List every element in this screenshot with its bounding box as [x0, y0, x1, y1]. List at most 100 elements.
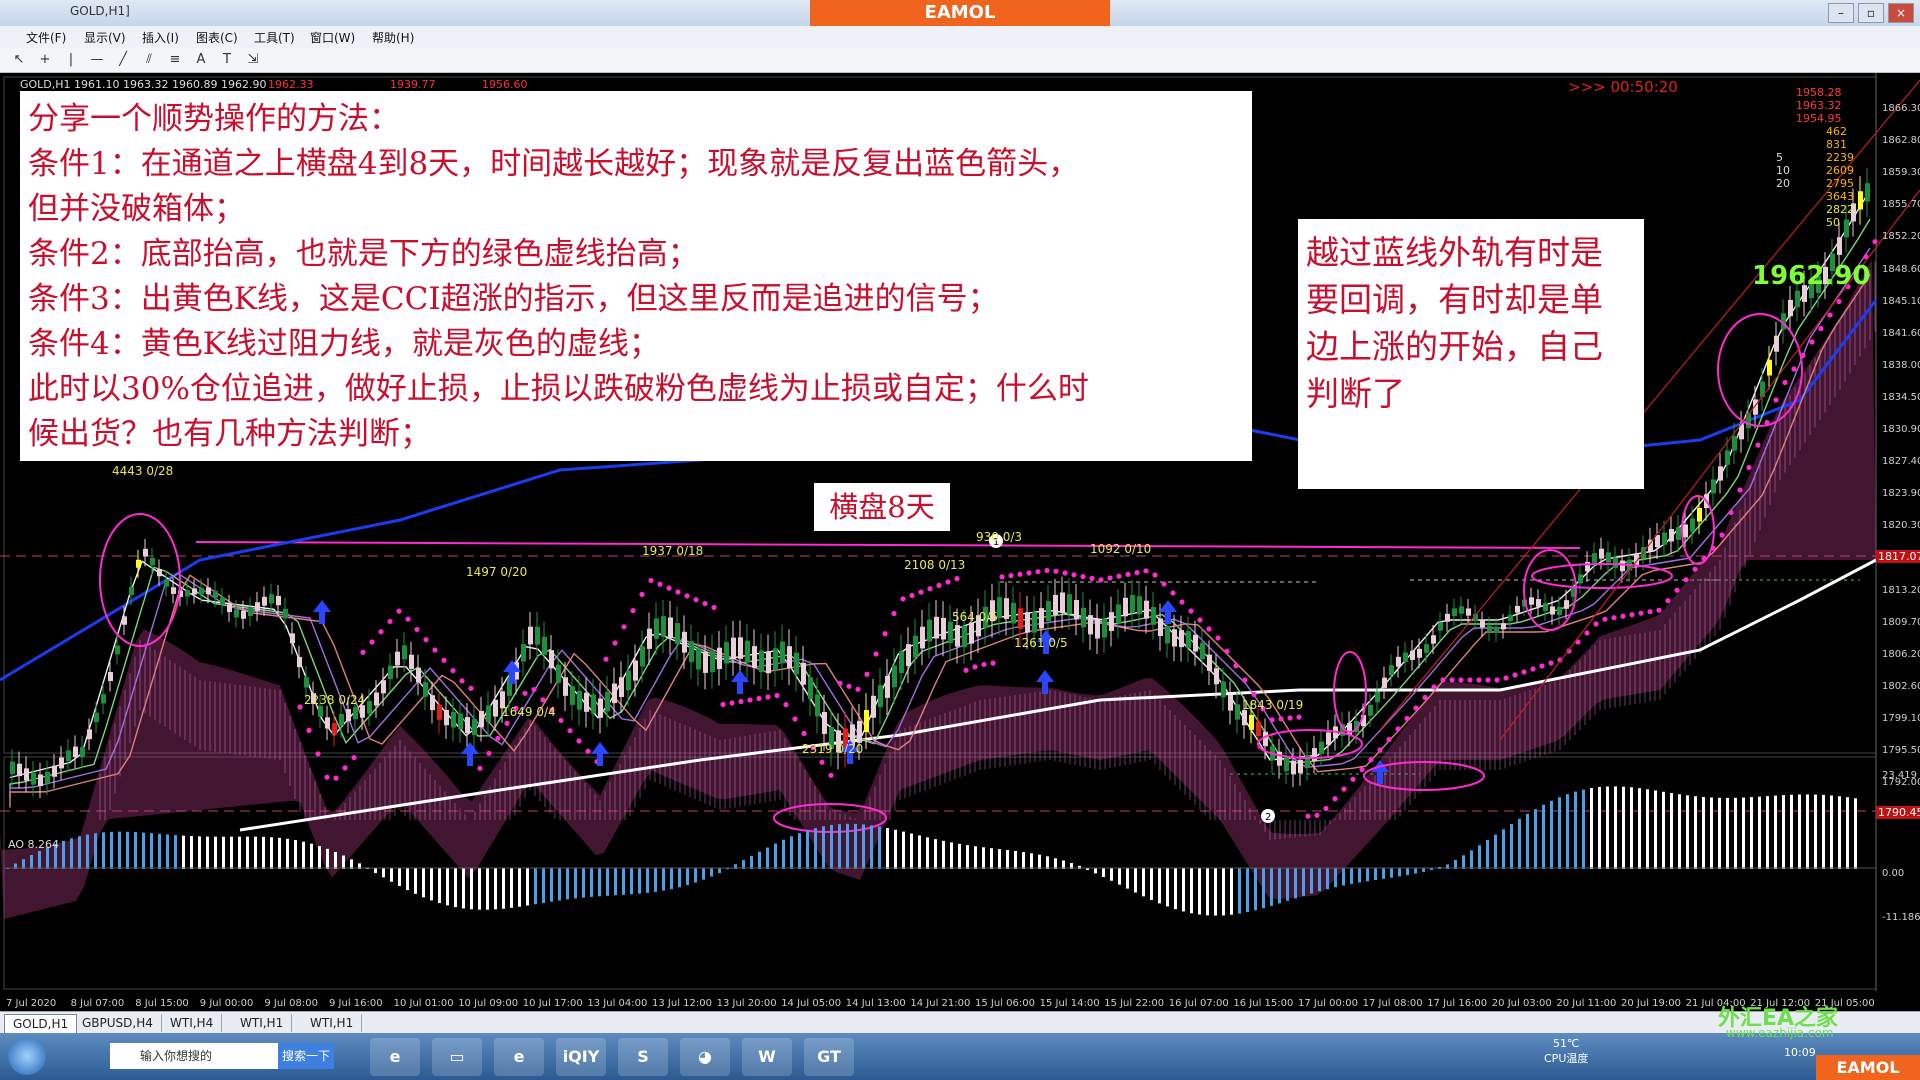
- time-tick: 10 Jul 09:00: [458, 998, 519, 1009]
- ao-bar: [1854, 798, 1857, 869]
- label-icon[interactable]: T: [218, 51, 236, 69]
- search-input[interactable]: 输入你想搜的: [110, 1043, 278, 1069]
- chart-window[interactable]: 12 GOLD,H1 1961.10 1963.32 1960.89 1962.…: [0, 73, 1920, 1011]
- maximize-button[interactable]: ▫: [1858, 3, 1884, 23]
- psar-dot: [1584, 630, 1590, 636]
- channel-icon[interactable]: ⫽: [140, 51, 158, 69]
- ao-bar: [950, 842, 953, 869]
- ao-bar: [966, 845, 969, 869]
- symbol-tab-2[interactable]: WTI,H4: [162, 1014, 223, 1032]
- cpu-temperature: 51℃ CPU温度: [1544, 1037, 1588, 1066]
- ao-bar: [686, 868, 689, 886]
- candle-body: [31, 772, 36, 785]
- ao-bar: [870, 825, 873, 869]
- symbol-tab-1[interactable]: GBPUSD,H4: [74, 1014, 162, 1032]
- ao-bar: [774, 843, 777, 869]
- hline-icon[interactable]: —: [88, 51, 106, 69]
- menu-item-3[interactable]: 图表(C): [196, 29, 238, 46]
- candle-body: [1858, 191, 1863, 210]
- price-tick: 1845.10: [1882, 295, 1920, 307]
- time-tick: 8 Jul 15:00: [135, 998, 189, 1009]
- menu-item-0[interactable]: 文件(F): [26, 29, 66, 46]
- arrow-icon[interactable]: ⇲: [244, 51, 262, 69]
- ao-bar: [494, 868, 497, 910]
- cursor-icon[interactable]: ↖: [10, 51, 28, 69]
- green-app[interactable]: e: [494, 1038, 544, 1076]
- price-tick: 1802.60: [1882, 680, 1920, 692]
- ao-bar: [1358, 868, 1361, 883]
- vline-icon[interactable]: |: [62, 51, 80, 69]
- candle-body: [1235, 704, 1240, 720]
- psar-dot: [1278, 716, 1284, 722]
- ao-bar: [1230, 868, 1233, 915]
- candle-body: [234, 609, 239, 618]
- menu-item-4[interactable]: 工具(T): [254, 29, 295, 46]
- text-icon[interactable]: A: [192, 51, 210, 69]
- candle-body: [45, 771, 50, 784]
- symbol-tab-0[interactable]: GOLD,H1: [4, 1014, 78, 1034]
- ao-bar: [438, 868, 441, 904]
- gt-app[interactable]: GT: [804, 1038, 854, 1076]
- start-button[interactable]: [8, 1037, 46, 1075]
- ao-bar: [278, 837, 281, 869]
- folder-app[interactable]: ▭: [432, 1038, 482, 1076]
- candle-body: [1263, 731, 1268, 747]
- psar-dot: [1836, 298, 1842, 305]
- psar-dot: [981, 661, 987, 668]
- search-button[interactable]: 搜索一下: [278, 1043, 334, 1069]
- ao-tick: 0.00: [1882, 868, 1905, 879]
- close-button[interactable]: ×: [1888, 3, 1914, 23]
- minimize-button[interactable]: –: [1828, 3, 1854, 23]
- ao-bar: [1638, 788, 1641, 869]
- w-app[interactable]: W: [742, 1038, 792, 1076]
- crosshair-icon[interactable]: +: [36, 51, 54, 69]
- indicator-value-3: 1956.60: [482, 78, 528, 91]
- menu-bar: 文件(F) 显示(V) 插入(I) 图表(C) 工具(T) 窗口(W) 帮助(H): [0, 26, 1920, 49]
- ao-bar: [1102, 868, 1105, 877]
- psar-dot: [693, 597, 699, 603]
- psar-dot: [1314, 812, 1320, 818]
- trendline-icon[interactable]: ╱: [114, 51, 132, 69]
- ao-bar: [1494, 834, 1497, 869]
- swing-annotation: 4443 0/28: [112, 464, 174, 478]
- candle-body: [689, 641, 694, 663]
- ao-bar: [478, 868, 481, 910]
- psar-dot: [450, 667, 456, 674]
- psar-dot: [1107, 575, 1113, 581]
- system-clock: 10:09: [1784, 1046, 1816, 1059]
- ie-app[interactable]: e: [370, 1038, 420, 1076]
- time-tick: 17 Jul 00:00: [1298, 998, 1358, 1009]
- windows-taskbar: 输入你想搜的 搜索一下 e ▭ e iQIY S ◕ W GT 51℃ CPU温度: [0, 1033, 1920, 1080]
- psar-dot: [1449, 677, 1455, 683]
- iqiyi-app[interactable]: iQIY: [556, 1038, 606, 1076]
- menu-item-1[interactable]: 显示(V): [84, 29, 126, 46]
- s-app[interactable]: S: [618, 1038, 668, 1076]
- ao-bar: [486, 868, 489, 910]
- candle-body: [549, 650, 554, 669]
- candle-body: [1158, 618, 1163, 637]
- menu-item-6[interactable]: 帮助(H): [372, 29, 414, 46]
- window-titlebar: GOLD,H1] EAMOL – ▫ ×: [0, 0, 1920, 26]
- menu-item-5[interactable]: 窗口(W): [310, 29, 355, 46]
- symbol-tab-3[interactable]: WTI,H1: [232, 1014, 293, 1032]
- right-panel-value: 2239: [1826, 151, 1854, 164]
- fibo-icon[interactable]: ≡: [166, 51, 184, 69]
- psar-dot: [1359, 766, 1365, 773]
- ao-bar: [566, 868, 569, 900]
- ao-bar: [1166, 868, 1169, 907]
- ao-bar: [1398, 868, 1401, 877]
- breakout-note: 越过蓝线外轨有时是 要回调，有时却是单 边上涨的开始，自己 判断了: [1298, 219, 1644, 489]
- candle-body: [269, 594, 274, 604]
- psar-dot: [1305, 813, 1311, 819]
- psar-dot: [522, 690, 528, 696]
- menu-item-2[interactable]: 插入(I): [142, 29, 179, 46]
- psar-dot: [1494, 677, 1500, 683]
- price-tick: 1809.70: [1882, 616, 1920, 628]
- candle-body: [290, 633, 295, 644]
- ao-bar: [550, 868, 553, 902]
- psar-dot: [675, 589, 681, 595]
- wechat-app[interactable]: ◕: [680, 1038, 730, 1076]
- candle-body: [899, 651, 904, 674]
- symbol-tab-4[interactable]: WTI,H1: [302, 1014, 363, 1032]
- candle-body: [122, 616, 127, 625]
